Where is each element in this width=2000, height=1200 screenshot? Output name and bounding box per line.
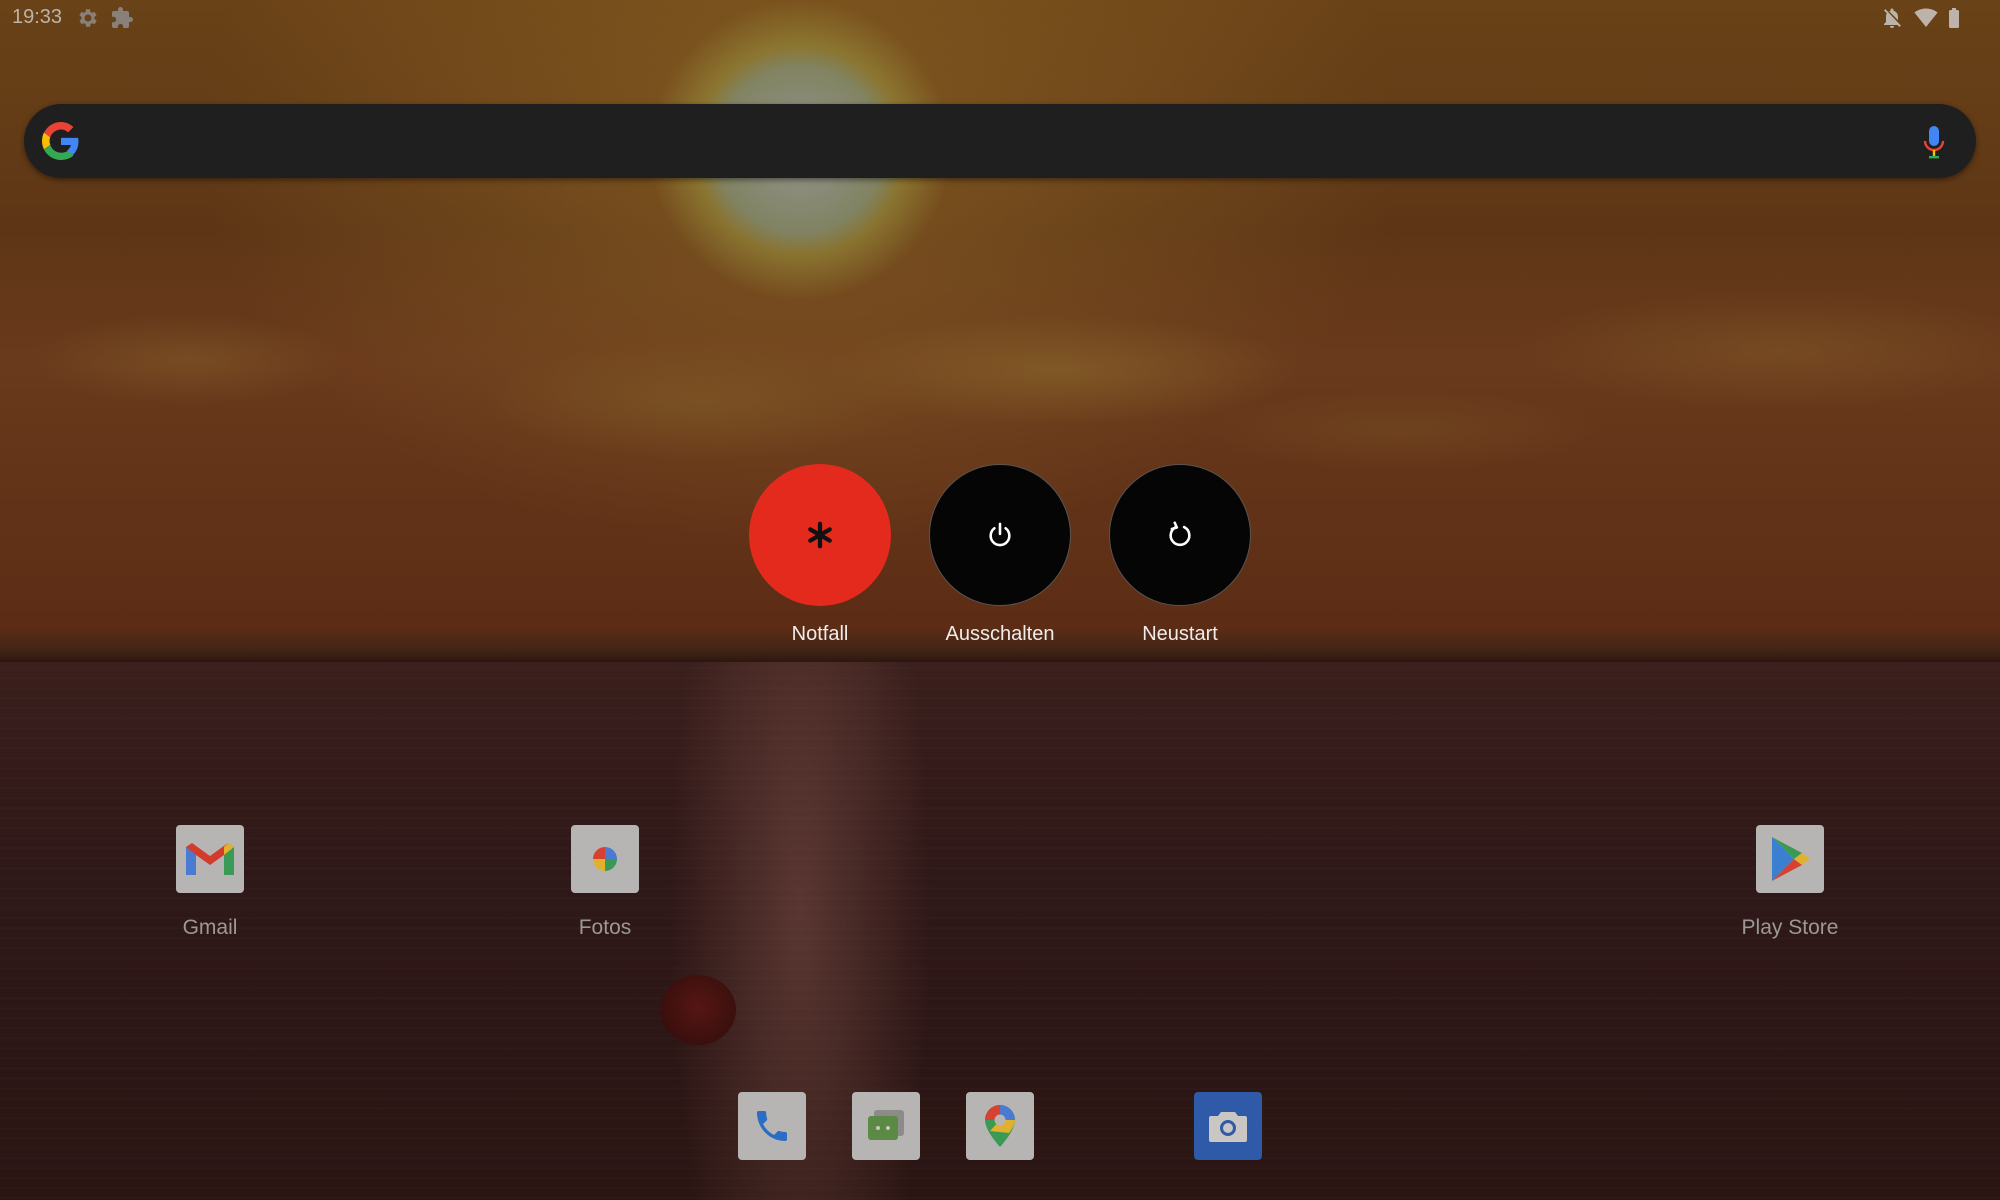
messages-app-icon[interactable]: [852, 1092, 920, 1160]
play-store-icon: [1772, 837, 1810, 881]
wifi-icon: [1914, 8, 1938, 27]
play-store-label: Play Store: [1741, 916, 1839, 939]
messages-icon: [868, 1110, 904, 1140]
camera-app-icon[interactable]: [1194, 1092, 1262, 1160]
wallpaper-buoy: [660, 975, 736, 1045]
gmail-app-icon[interactable]: [176, 825, 244, 893]
google-g-icon: [42, 122, 79, 160]
puzzle-icon: [112, 7, 133, 28]
maps-icon: [985, 1105, 1015, 1147]
restart-icon: [1169, 521, 1191, 547]
emergency-label: Notfall: [791, 623, 849, 645]
photos-app-icon[interactable]: [571, 825, 639, 893]
restart-label: Neustart: [1142, 623, 1218, 645]
photos-icon: [593, 847, 617, 871]
emergency-button[interactable]: [749, 464, 891, 606]
power-off-button[interactable]: [929, 464, 1071, 606]
gmail-icon: [186, 843, 234, 875]
gear-icon: [79, 9, 97, 27]
battery-icon: [1949, 8, 1959, 28]
status-time: 19:33: [12, 6, 63, 28]
power-off-label: Ausschalten: [945, 623, 1055, 645]
status-bar: 19:33: [0, 0, 2000, 36]
restart-button[interactable]: [1109, 464, 1251, 606]
google-search-bar[interactable]: [24, 104, 1976, 178]
power-icon: [989, 522, 1011, 547]
play-store-app-icon[interactable]: [1756, 825, 1824, 893]
maps-app-icon[interactable]: [966, 1092, 1034, 1160]
phone-icon: [757, 1111, 787, 1141]
mic-icon[interactable]: [1922, 124, 1946, 160]
gmail-label: Gmail: [182, 916, 238, 939]
photos-label: Fotos: [578, 916, 632, 939]
wallpaper-clouds: [0, 290, 2000, 470]
phone-app-icon[interactable]: [738, 1092, 806, 1160]
camera-icon: [1209, 1112, 1247, 1142]
notifications-off-icon: [1884, 8, 1901, 28]
asterisk-icon: [808, 521, 832, 549]
